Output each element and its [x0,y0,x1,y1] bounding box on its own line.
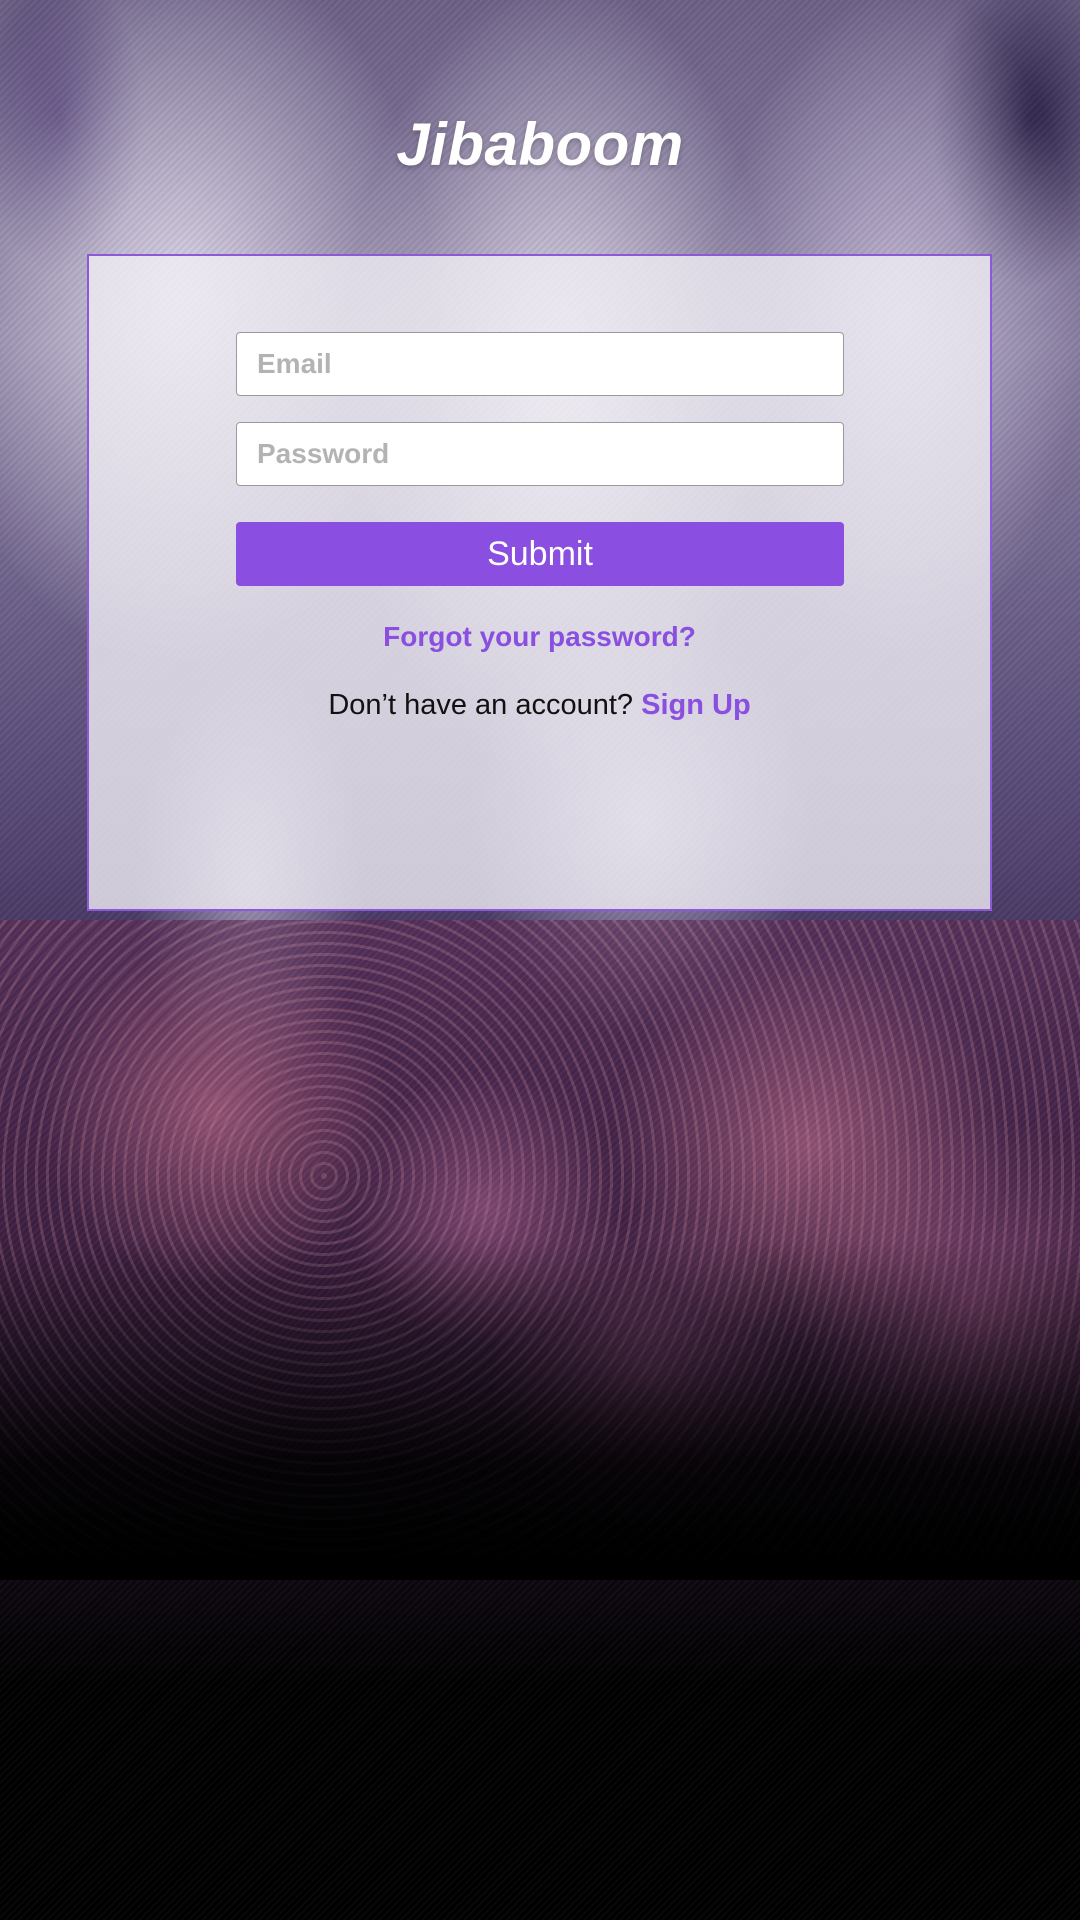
submit-button[interactable]: Submit [236,522,844,586]
login-card: Submit Forgot your password? Don’t have … [87,254,992,911]
app-logo-title: Jibaboom [396,111,684,178]
no-account-text: Don’t have an account? [328,689,642,721]
signup-row: Don’t have an account? Sign Up [89,689,990,722]
email-input[interactable] [236,332,844,396]
signup-link[interactable]: Sign Up [641,689,751,721]
forgot-password-link[interactable]: Forgot your password? [383,621,696,652]
forgot-password-row: Forgot your password? [89,621,990,653]
bottom-fade [0,1240,1080,1580]
password-input[interactable] [236,422,844,486]
